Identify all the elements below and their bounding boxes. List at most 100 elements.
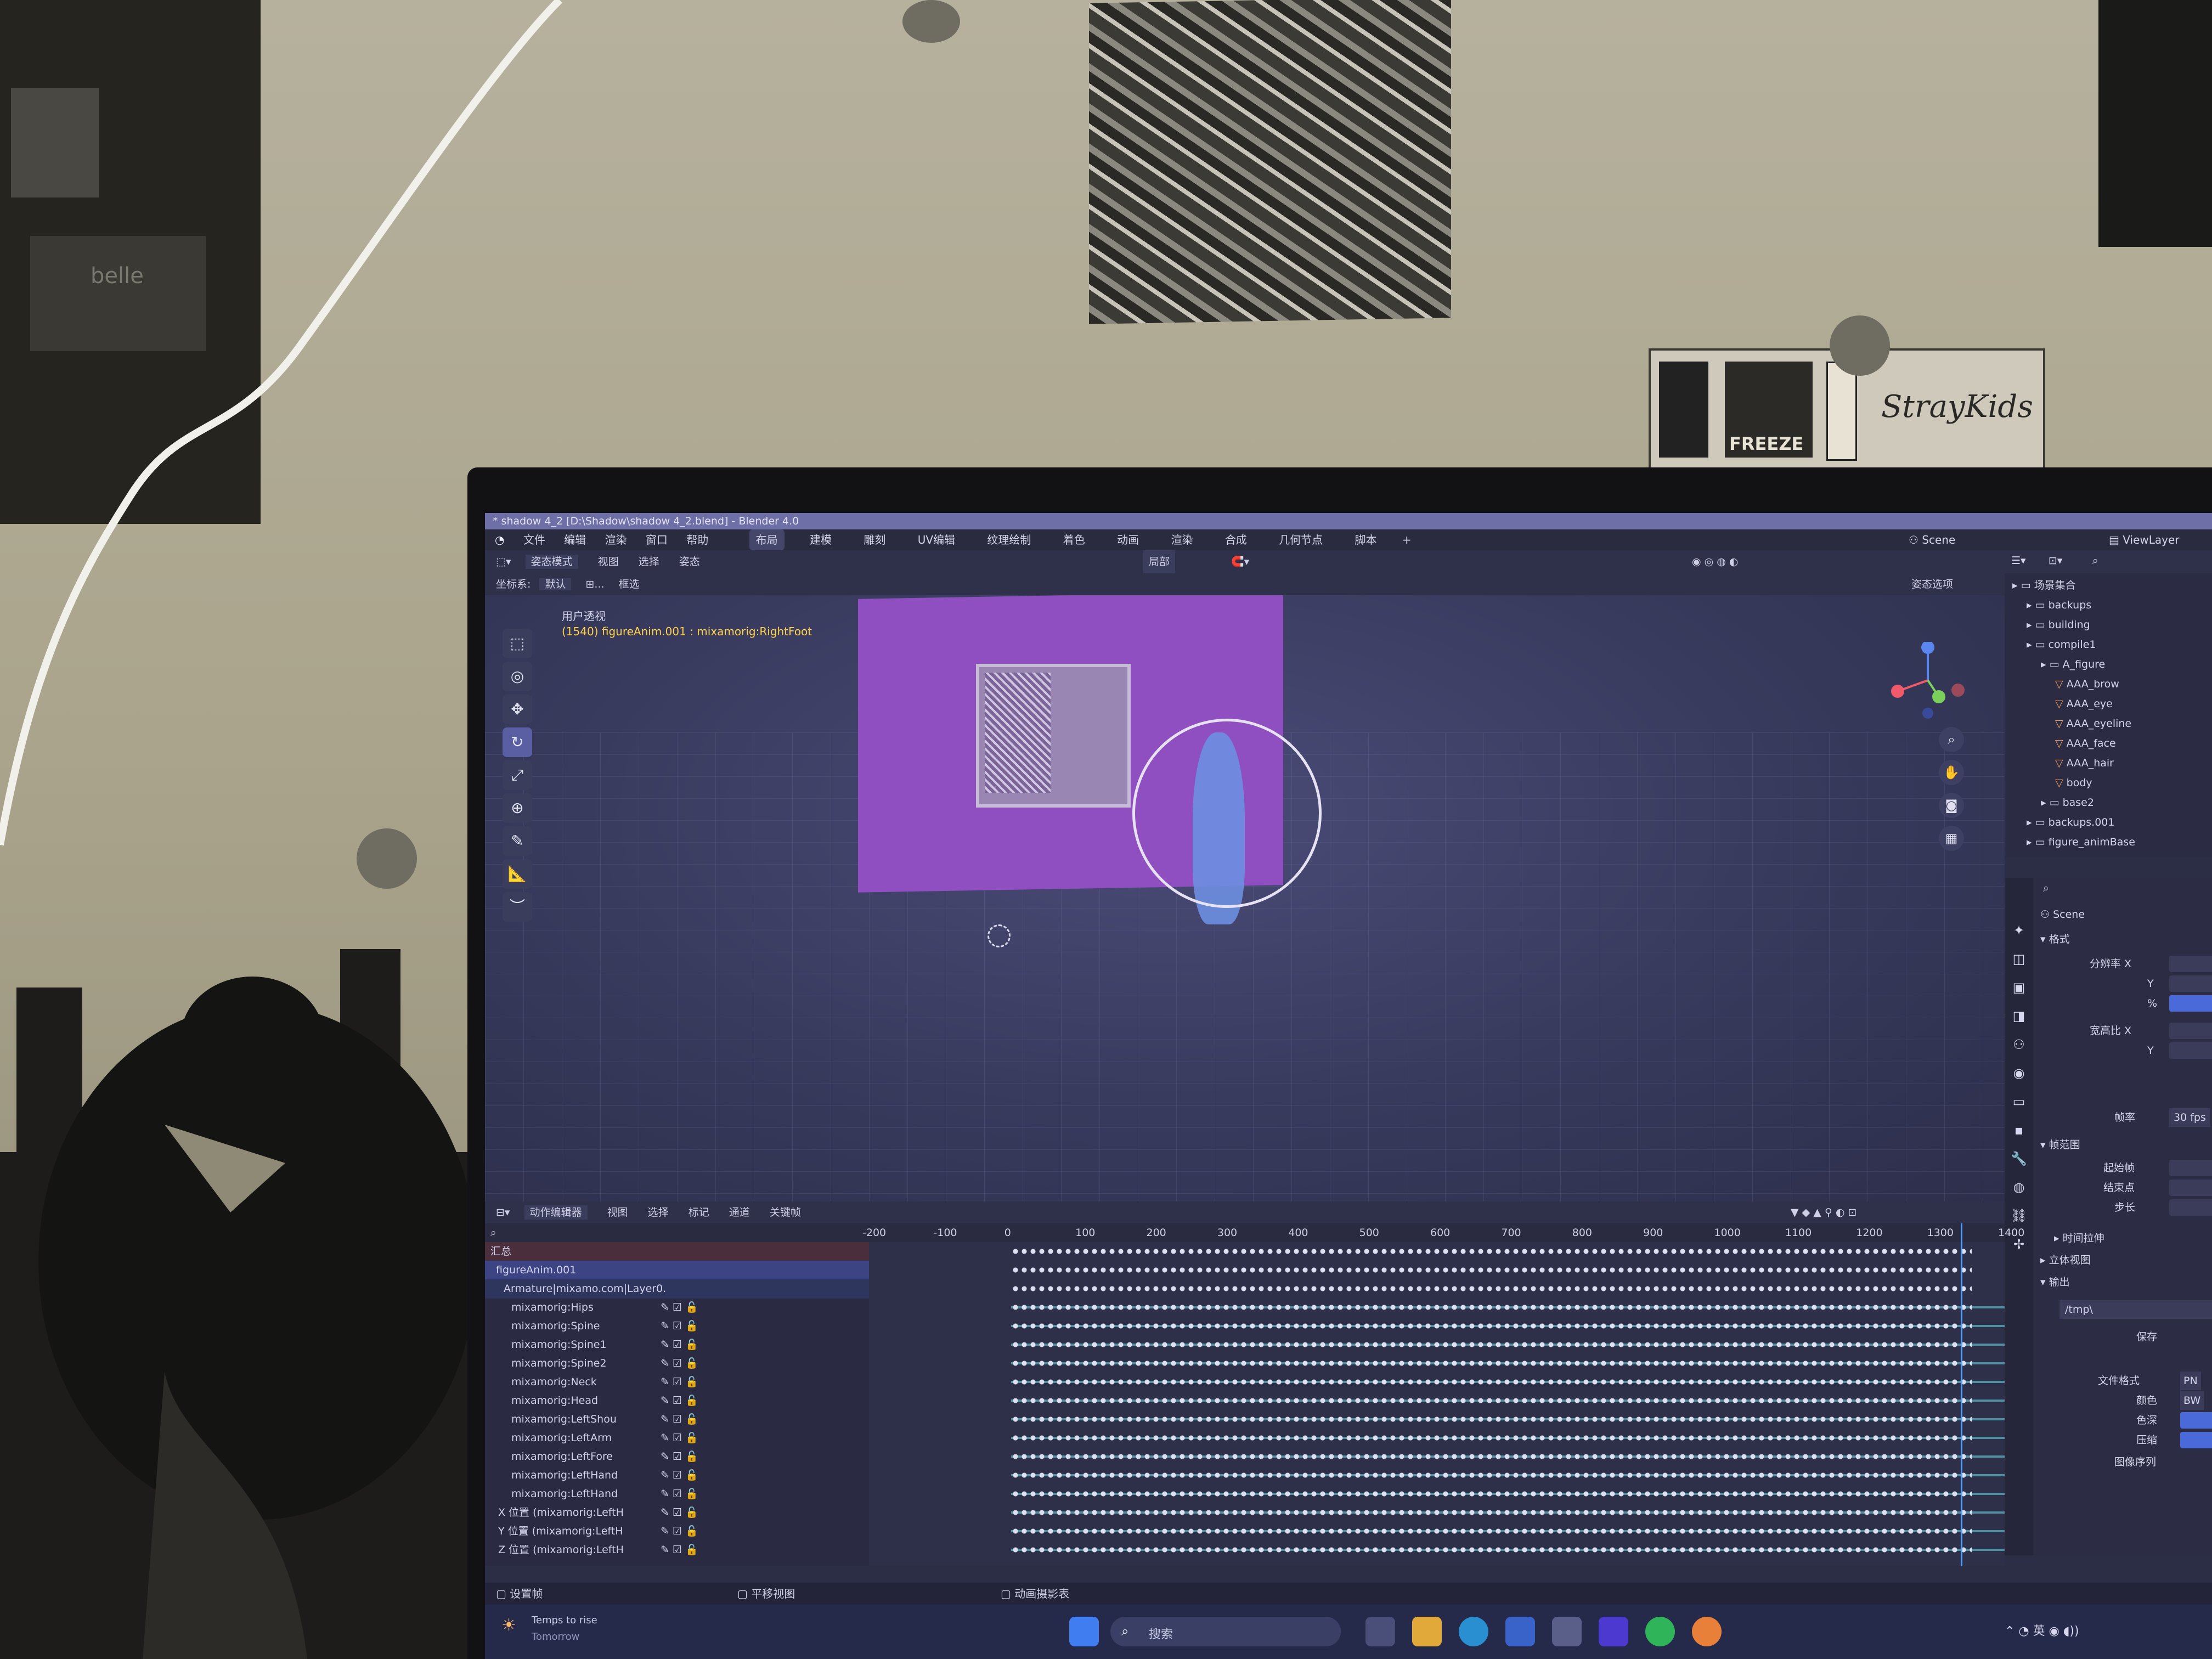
keyframe-markers[interactable]	[1011, 1397, 1972, 1404]
tab-texture-paint[interactable]: 纹理绘制	[980, 529, 1037, 550]
output-path-field[interactable]: /tmp\	[2059, 1300, 2212, 1319]
channel-toggle-icons[interactable]: ✎ ☑ 🔓	[661, 1522, 698, 1541]
tab-geometry-nodes[interactable]: 几何节点	[1272, 529, 1329, 550]
channel-row[interactable]: mixamorig:Neck ✎ ☑ 🔓	[485, 1373, 869, 1392]
modifier-tab-icon[interactable]: 🔧	[2005, 1144, 2033, 1173]
outliner-row[interactable]: ▸ ▭ base2	[2041, 793, 2094, 812]
snap-icon[interactable]: 🧲▾	[1231, 550, 1249, 573]
keyframe-row[interactable]	[869, 1317, 2005, 1336]
tab-scripting[interactable]: 脚本	[1348, 529, 1384, 550]
move-tool[interactable]: ✥	[503, 695, 532, 724]
channel-row[interactable]: mixamorig:Spine2 ✎ ☑ 🔓	[485, 1354, 869, 1373]
channel-row[interactable]: mixamorig:LeftHand ✎ ☑ 🔓	[485, 1466, 869, 1485]
keyframe-markers[interactable]	[1011, 1266, 1972, 1274]
cursor-tool[interactable]: ◎	[503, 662, 532, 691]
expand-arrow-icon[interactable]: ▸	[2027, 836, 2035, 848]
playhead[interactable]	[1961, 1223, 1962, 1566]
dopesheet-mode-dropdown[interactable]: 动作编辑器	[524, 1205, 588, 1220]
keyframe-markers[interactable]	[1011, 1509, 1972, 1516]
menu-select[interactable]: 选择	[648, 1206, 669, 1218]
channel-row[interactable]: mixamorig:Spine1 ✎ ☑ 🔓	[485, 1335, 869, 1355]
channel-toggle-icons[interactable]: ✎ ☑ 🔓	[661, 1335, 698, 1355]
physics-tab-icon[interactable]: ◍	[2005, 1173, 2033, 1201]
outliner-row[interactable]: ▸ ▭ backups.001	[2027, 812, 2114, 832]
keyframe-row[interactable]	[869, 1485, 2005, 1504]
keyframe-row[interactable]	[869, 1447, 2005, 1466]
search-icon[interactable]: ⌕	[2043, 882, 2049, 894]
tab-animation[interactable]: 动画	[1110, 529, 1146, 550]
menu-select[interactable]: 选择	[639, 556, 659, 568]
output-section[interactable]: ▾ 输出	[2040, 1273, 2070, 1291]
keyframe-row[interactable]	[869, 1354, 2005, 1373]
tab-modeling[interactable]: 建模	[803, 529, 838, 550]
measure-tool[interactable]: 📐	[503, 859, 532, 889]
weather-icon[interactable]: ☀	[501, 1616, 523, 1638]
res-x-field[interactable]	[2169, 956, 2212, 972]
file-format-dropdown[interactable]: PN	[2180, 1372, 2201, 1390]
menu-key[interactable]: 关键帧	[770, 1206, 801, 1218]
outliner-row[interactable]: ▸ ▭ 场景集合	[2012, 575, 2076, 595]
outliner-row[interactable]: ▽ AAA_eye	[2055, 694, 2113, 714]
render-tab-icon[interactable]: ◫	[2005, 945, 2033, 973]
outliner-row[interactable]: ▸ ▭ building	[2027, 615, 2090, 635]
outliner-row[interactable]: ▽ AAA_brow	[2055, 674, 2119, 694]
keyframe-row[interactable]	[869, 1261, 2005, 1280]
channel-toggle-icons[interactable]: ✎ ☑ 🔓	[661, 1317, 698, 1336]
view-layer-tab-icon[interactable]: ◨	[2005, 1002, 2033, 1030]
channel-row[interactable]: Armature|mixamo.com|Layer0.	[485, 1279, 869, 1299]
scene-tab-icon[interactable]: ⚇	[2005, 1030, 2033, 1059]
keyframe-row[interactable]	[869, 1466, 2005, 1485]
outliner-row[interactable]: ▽ AAA_face	[2055, 733, 2116, 753]
expand-arrow-icon[interactable]: ▸	[2012, 579, 2021, 591]
res-pct-field[interactable]	[2169, 995, 2212, 1012]
keyframe-row[interactable]	[869, 1242, 2005, 1261]
outliner-row[interactable]: ▸ ▭ compile1	[2027, 635, 2096, 654]
navigation-gizmo[interactable]	[1889, 642, 1966, 719]
outliner-row[interactable]: ▸ ▭ figure_animBase	[2027, 832, 2135, 852]
channel-row[interactable]: X 位置 (mixamorig:LeftH ✎ ☑ 🔓	[485, 1503, 869, 1522]
output-tab-icon[interactable]: ▣	[2005, 973, 2033, 1002]
expand-arrow-icon[interactable]: ▸	[2027, 599, 2035, 611]
search-icon[interactable]: ⌕	[2092, 555, 2098, 567]
search-icon[interactable]: ⌕	[490, 1223, 496, 1242]
channel-toggle-icons[interactable]: ✎ ☑ 🔓	[661, 1485, 698, 1504]
channel-row[interactable]: mixamorig:Hips ✎ ☑ 🔓	[485, 1298, 869, 1317]
keyframe-row[interactable]	[869, 1279, 2005, 1299]
channel-row[interactable]: figureAnim.001	[485, 1261, 869, 1280]
coord-dropdown[interactable]: 默认	[539, 578, 572, 590]
blender-app-icon[interactable]	[1692, 1617, 1722, 1646]
keyframe-markers[interactable]	[1011, 1359, 1972, 1367]
filter-icons[interactable]: ▼ ◆ ▲ ⚲ ◐ ⊡	[1791, 1201, 1857, 1223]
channel-row[interactable]: mixamorig:LeftFore ✎ ☑ 🔓	[485, 1447, 869, 1466]
rotate-gizmo[interactable]	[1132, 719, 1322, 908]
mode-dropdown[interactable]: 姿态模式	[525, 555, 578, 569]
keyframe-row[interactable]	[869, 1522, 2005, 1541]
start-frame-field[interactable]	[2169, 1160, 2212, 1176]
channel-toggle-icons[interactable]: ✎ ☑ 🔓	[661, 1503, 698, 1522]
3d-viewport[interactable]: ⬚ ◎ ✥ ↻ ⤢ ⊕ ✎ 📐 ︶ 用户透视 (1540) figureAnim…	[485, 595, 2005, 1218]
keyframe-area[interactable]	[869, 1242, 2005, 1566]
keyframe-row[interactable]	[869, 1541, 2005, 1560]
pivot-dropdown[interactable]: 局部	[1143, 550, 1176, 573]
channel-toggle-icons[interactable]: ✎ ☑ 🔓	[661, 1373, 698, 1392]
keyframe-markers[interactable]	[1011, 1304, 1972, 1311]
outliner-row[interactable]: ▸ ▭ backups	[2027, 595, 2091, 615]
keyframe-row[interactable]	[869, 1298, 2005, 1317]
spotify-icon[interactable]	[1645, 1617, 1675, 1646]
keyframe-markers[interactable]	[1011, 1453, 1972, 1460]
menu-channel[interactable]: 通道	[729, 1206, 750, 1218]
channel-toggle-icons[interactable]: ✎ ☑ 🔓	[661, 1354, 698, 1373]
outliner-filter-icon[interactable]: ⊡▾	[2049, 555, 2062, 567]
scene-selector[interactable]: ⚇ Scene	[1909, 529, 1971, 550]
expand-arrow-icon[interactable]: ▸	[2027, 619, 2035, 631]
compression-slider[interactable]	[2180, 1432, 2212, 1448]
world-tab-icon[interactable]: ◉	[2005, 1059, 2033, 1087]
windows-start-icon[interactable]	[1069, 1617, 1099, 1646]
channel-row[interactable]: mixamorig:LeftArm ✎ ☑ 🔓	[485, 1429, 869, 1448]
select-tool[interactable]: ⬚	[503, 629, 532, 658]
tab-layout[interactable]: 布局	[749, 529, 785, 550]
keyframe-row[interactable]	[869, 1503, 2005, 1522]
menu-render[interactable]: 渲染	[605, 533, 627, 546]
scale-tool[interactable]: ⤢	[503, 760, 532, 790]
transform-tool[interactable]: ⊕	[503, 793, 532, 823]
